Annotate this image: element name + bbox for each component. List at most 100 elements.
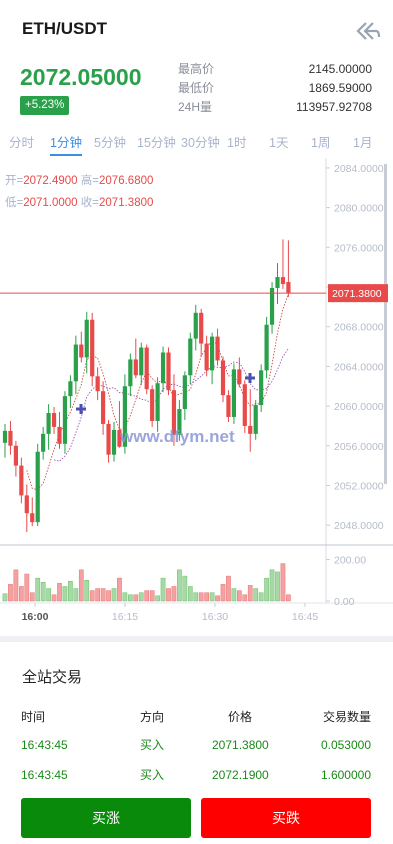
page-title: ETH/USDT [22, 19, 107, 38]
volume-bar [171, 586, 177, 602]
volume-bar [155, 595, 160, 602]
volume-bar [19, 586, 24, 602]
open-label: 开= [5, 175, 24, 187]
candle-body [204, 343, 209, 371]
price-tick-label: 2052.0000 [334, 480, 384, 492]
volume-bar [149, 590, 155, 602]
tab-1week[interactable]: 1周 [311, 132, 330, 156]
candle-body [41, 433, 46, 452]
volume-bar [68, 581, 73, 602]
candle-body [286, 282, 291, 293]
volume-bar [264, 577, 269, 602]
trade-time: 16:43:45 [21, 738, 68, 752]
volume-bar [226, 575, 231, 602]
price-tick-label: 2048.0000 [334, 520, 384, 532]
last-price: 2072.05000 [20, 64, 142, 90]
price-tick-label: 2060.0000 [334, 401, 384, 413]
tab-1day[interactable]: 1天 [269, 132, 288, 156]
candle-body [155, 383, 160, 421]
header-time: 时间 [21, 710, 46, 724]
header: ETH/USDT [0, 0, 393, 56]
candle-body [188, 338, 193, 376]
price-tick-label: 2068.0000 [334, 322, 384, 334]
buy-up-button[interactable]: 买涨 [21, 798, 191, 838]
buy-down-button[interactable]: 买跌 [201, 798, 371, 838]
candle-body [248, 425, 253, 434]
volume-bar [247, 585, 253, 602]
volume-bar [128, 594, 133, 602]
tab-1min[interactable]: 1分钟 [50, 132, 82, 156]
volume-bar [84, 579, 90, 602]
candle-body [264, 324, 269, 371]
time-tick-label: 16:45 [292, 611, 318, 623]
stat-value: 113957.92708 [296, 100, 372, 114]
change-badge: +5.23% [20, 96, 70, 115]
back-icon[interactable] [352, 18, 382, 44]
candle-body [220, 360, 226, 396]
volume-bar [198, 592, 204, 602]
candle-body [166, 352, 171, 391]
volume-bar [242, 594, 248, 602]
candle-body [46, 413, 51, 434]
tab-5min[interactable]: 5分钟 [94, 132, 126, 156]
header-amount: 交易数量 [322, 710, 371, 724]
volume-bar [78, 569, 84, 602]
tab-1month[interactable]: 1月 [353, 132, 372, 156]
volume-bar [187, 586, 193, 602]
tab-15min[interactable]: 15分钟 [137, 132, 176, 156]
candle-body [215, 336, 220, 361]
candle-body [106, 423, 111, 455]
volume-bar [215, 595, 220, 602]
header-price: 价格 [228, 710, 253, 724]
volume-bar [89, 590, 95, 602]
candle-body [199, 312, 204, 344]
volume-bar [138, 592, 144, 602]
candle-body [90, 319, 95, 377]
candle-body [13, 445, 18, 466]
candle-body [30, 513, 35, 523]
stat-label: 最低价 [178, 81, 215, 95]
candle-body [193, 312, 198, 339]
volume-bar [73, 588, 79, 602]
volume-bar [13, 569, 19, 602]
high-value: 2076.6800 [99, 175, 154, 187]
stat-volume: 24H量 113957.92708 [178, 98, 372, 117]
volume-bar [95, 588, 101, 602]
candle-body [160, 352, 166, 384]
section-divider [0, 636, 393, 642]
stat-high: 最高价 2145.00000 [178, 60, 372, 79]
volume-bar [40, 582, 46, 602]
ticker-block: 2072.05000 +5.23% 最高价 2145.00000 最低价 186… [0, 56, 393, 126]
close-label: 收= [80, 197, 100, 209]
candle-body [24, 495, 29, 514]
volume-bar [2, 593, 8, 602]
trade-side: 买入 [140, 768, 165, 782]
kline-svg[interactable]: 2084.00002080.00002076.00002072.00002068… [0, 158, 393, 630]
candle-body [73, 344, 78, 382]
volume-bar [220, 584, 226, 602]
tab-timeshare[interactable]: 分时 [9, 132, 34, 156]
candle-body [139, 347, 144, 376]
volume-bar [160, 577, 166, 602]
volume-bar [51, 594, 57, 602]
volume-bar [275, 571, 280, 602]
volume-bar [286, 594, 291, 602]
volume-bar [106, 590, 111, 602]
candle-body [79, 344, 84, 358]
ohlc-line-2: 低=2071.0000 收=2071.3800 [5, 194, 153, 210]
tab-30min[interactable]: 30分钟 [181, 132, 220, 156]
tab-1hour[interactable]: 1时 [227, 132, 246, 156]
trades-header: 时间 方向 价格 交易数量 [0, 707, 393, 727]
candle-body [111, 429, 117, 455]
candle-body [242, 384, 247, 426]
kline-chart[interactable]: 2084.00002080.00002076.00002072.00002068… [0, 158, 393, 630]
candle-body [280, 277, 286, 285]
candle-body [182, 375, 187, 410]
ohlc-line-1: 开=2072.4900 高=2076.6800 [5, 172, 153, 188]
trade-price: 2071.3800 [212, 738, 269, 752]
candle-body [231, 369, 236, 417]
price-tick-label: 2064.0000 [334, 361, 384, 373]
candle-body [62, 396, 68, 444]
close-value: 2071.3800 [99, 197, 154, 209]
candle-body [275, 277, 280, 288]
